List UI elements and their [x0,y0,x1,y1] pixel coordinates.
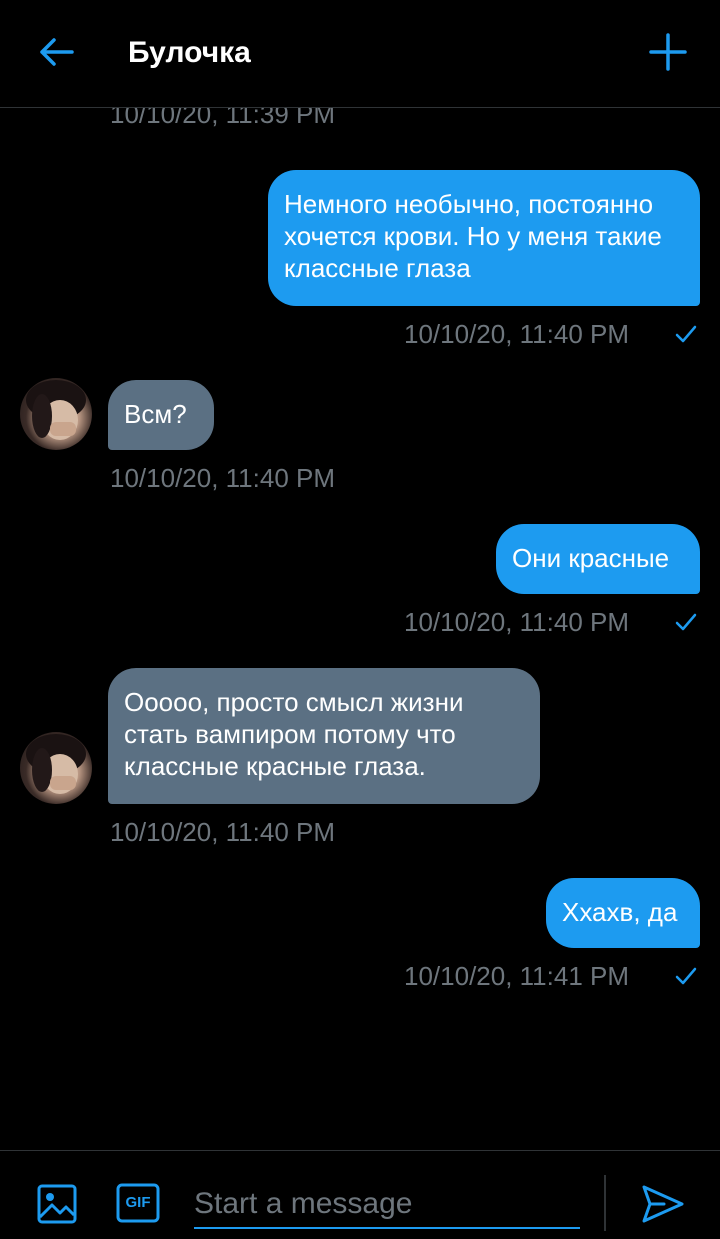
plus-icon [649,33,687,71]
image-icon[interactable] [36,1183,78,1225]
message-timestamp: 10/10/20, 11:39 PM [110,108,336,129]
avatar-photo [26,734,86,794]
message-composer: GIF [0,1150,720,1239]
message-timestamp: 10/10/20, 11:40 PM [404,319,630,349]
message-timestamp: 10/10/20, 11:41 PM [404,961,630,991]
check-icon [675,325,697,343]
gif-button[interactable]: GIF [116,1183,160,1223]
received-message-bubble[interactable]: Всм? [108,380,214,450]
conversation-title[interactable]: Булочка [128,34,251,72]
sent-message-bubble[interactable]: Немного необычно, постоянно хочется кров… [268,170,700,306]
avatar-photo [26,380,86,440]
check-icon [675,967,697,985]
conversation-header: Булочка [0,0,720,108]
message-timestamp: 10/10/20, 11:40 PM [110,817,336,847]
sent-message-bubble[interactable]: Ххахв, да [546,878,700,948]
received-message-bubble[interactable]: Ооооо, просто смысл жизни стать вампиром… [108,668,540,804]
sent-message-bubble[interactable]: Они красные [496,524,700,594]
avatar[interactable] [20,378,92,450]
add-button[interactable] [642,26,694,78]
back-button[interactable] [28,26,84,78]
send-icon[interactable] [640,1183,686,1225]
message-input[interactable] [194,1181,580,1229]
gif-label: GIF [125,1194,151,1211]
check-icon [675,613,697,631]
message-list[interactable]: 10/10/20, 11:39 PM Немного необычно, пос… [0,108,720,1150]
message-timestamp: 10/10/20, 11:40 PM [110,463,336,493]
avatar[interactable] [20,732,92,804]
message-timestamp: 10/10/20, 11:40 PM [404,607,630,637]
arrow-left-icon [40,38,74,66]
composer-divider [604,1175,606,1231]
